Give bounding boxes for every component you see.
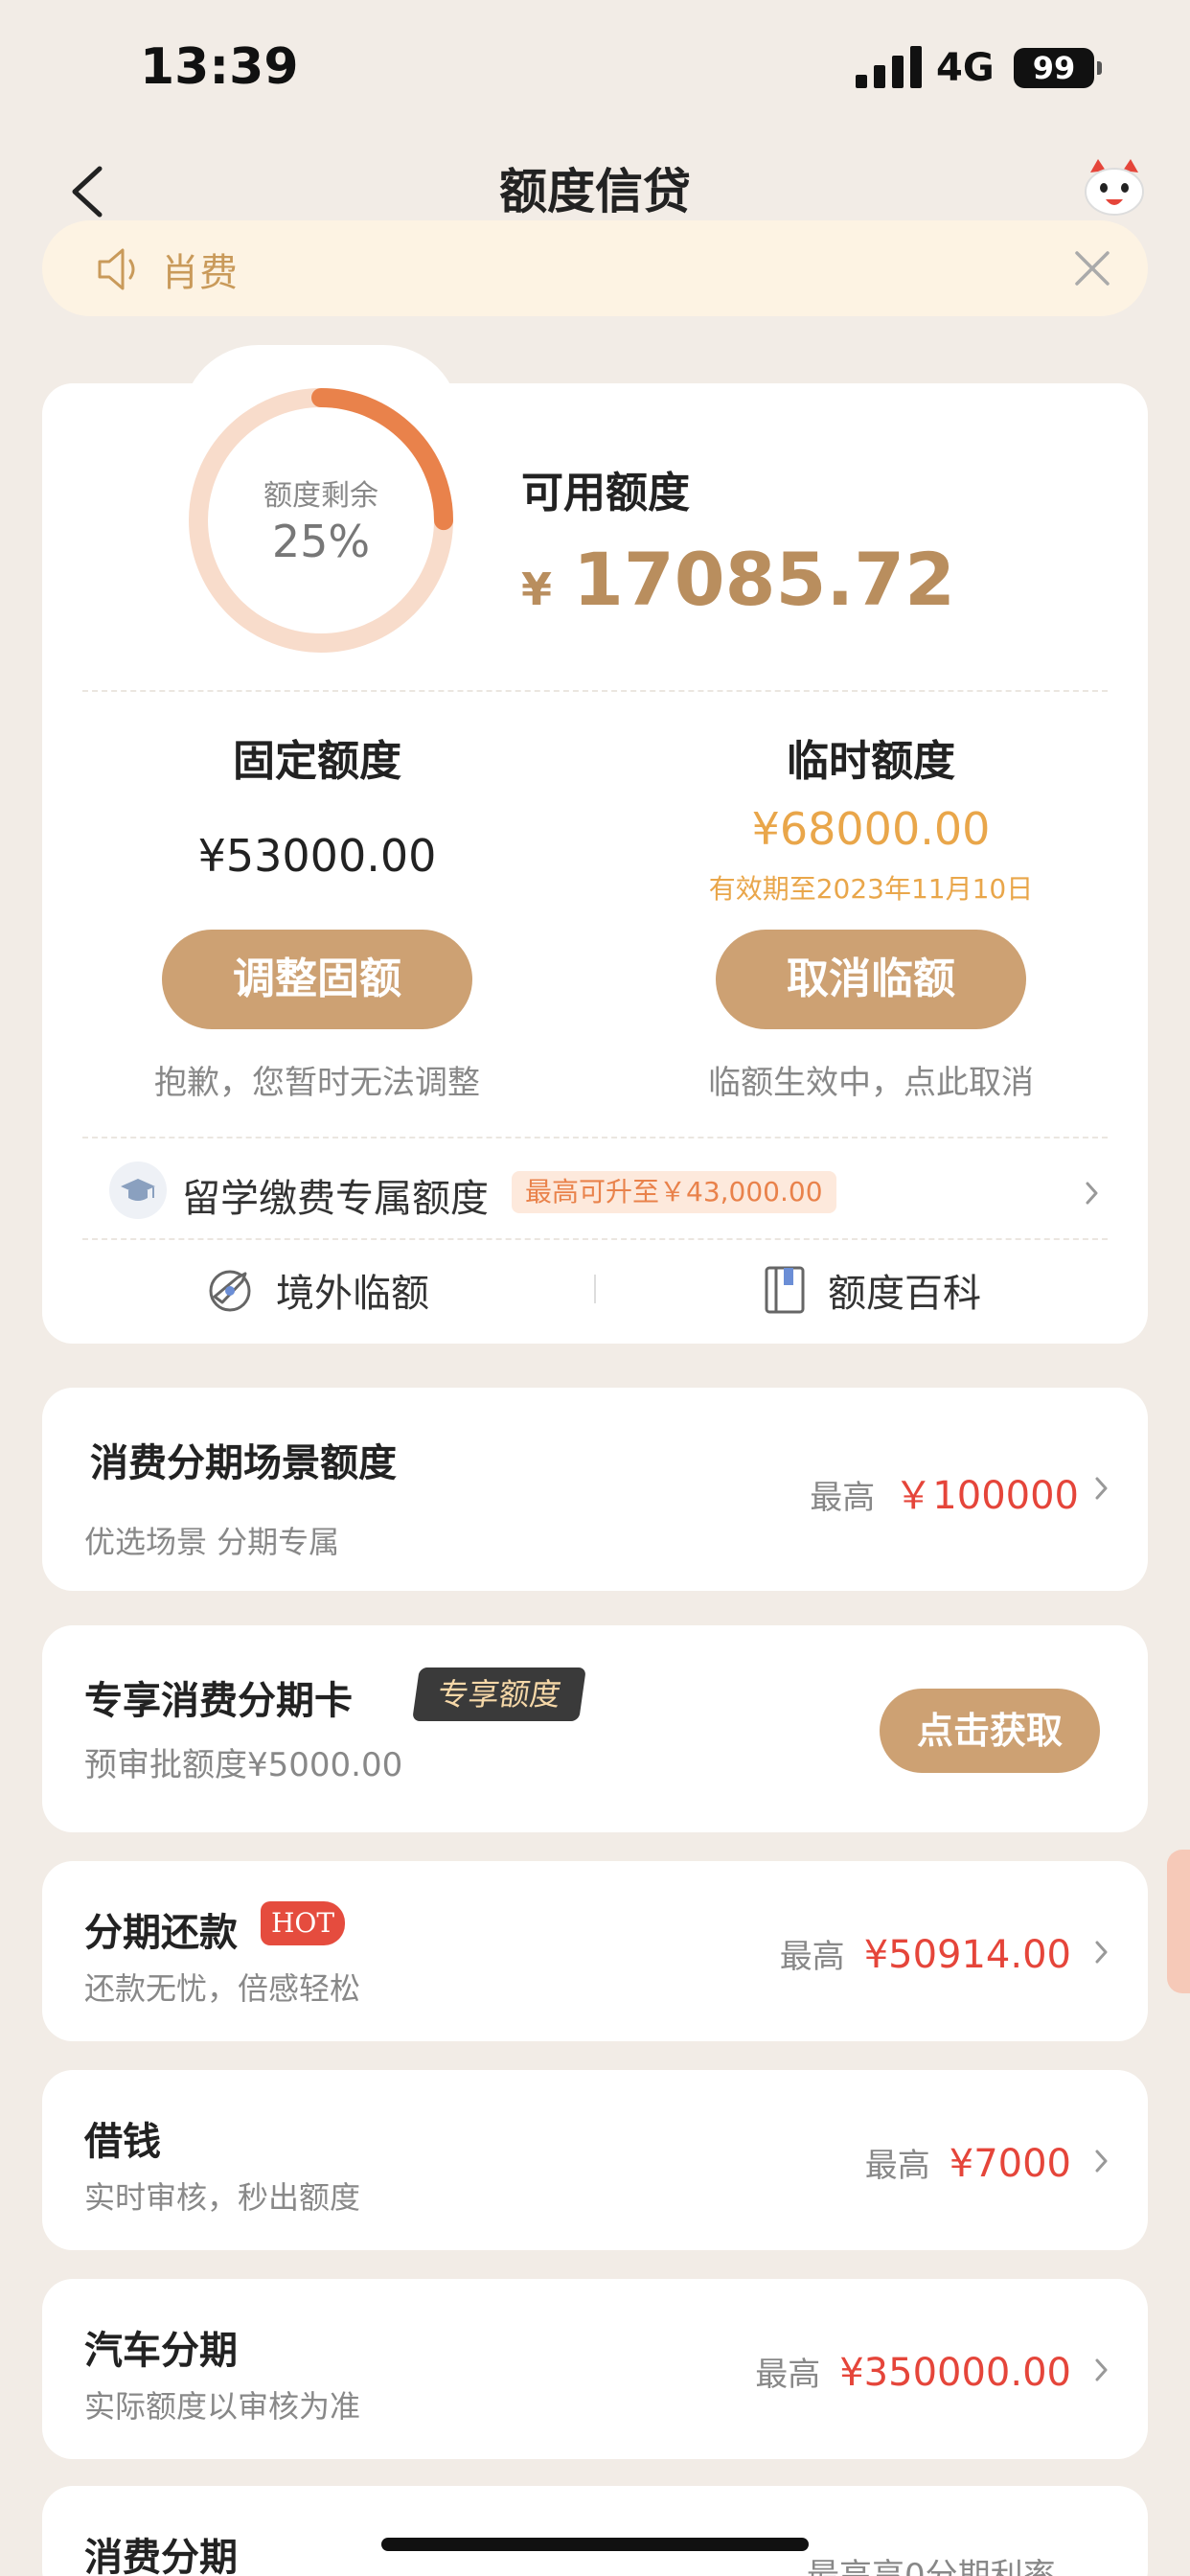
car-installment-title: 汽车分期: [84, 2329, 238, 2373]
borrow-title: 借钱: [84, 2120, 161, 2164]
consumer-installment-prefix: 最高享0分期利率: [807, 2557, 1056, 2576]
installment-repay-amount-group: 最高 ¥50914.00: [780, 1930, 1071, 1977]
borrow-sub: 实时审核，秒出额度: [84, 2179, 361, 2216]
installment-repay-sub: 还款无忧，倍感轻松: [84, 1970, 361, 2007]
signal-icon: [856, 46, 923, 88]
adjust-fixed-button[interactable]: 调整固额: [162, 930, 472, 1029]
fixed-amount: ¥53000.00: [197, 830, 437, 882]
credit-wiki-link[interactable]: 额度百科: [763, 1263, 981, 1317]
divider: [82, 1238, 1108, 1240]
car-installment-amount-group: 最高 ¥350000.00: [755, 2348, 1071, 2395]
chevron-right-icon: [1095, 1941, 1108, 1964]
borrow-amount: ¥7000: [949, 2142, 1071, 2186]
get-card-button[interactable]: 点击获取: [880, 1689, 1100, 1773]
available-amount: ¥17085.72: [521, 537, 955, 622]
temp-valid-date: 有效期至2023年11月10日: [708, 873, 1034, 905]
car-installment-amount: ¥350000.00: [839, 2351, 1071, 2395]
exclusive-card-title: 专享消费分期卡: [84, 1679, 353, 1723]
exclusive-badge: 专享额度: [412, 1668, 586, 1721]
temp-amount: ¥68000.00: [751, 803, 991, 855]
battery-icon: 99: [1014, 48, 1102, 88]
floating-side-widget[interactable]: [1167, 1850, 1190, 1993]
installment-repay-title: 分期还款: [84, 1911, 238, 1955]
status-time: 13:39: [140, 38, 299, 96]
overseas-temp-link[interactable]: 境外临额: [205, 1263, 429, 1317]
borrow-prefix: 最高: [864, 2147, 930, 2185]
home-indicator: [381, 2538, 809, 2551]
overseas-temp-label: 境外临额: [276, 1272, 429, 1316]
car-installment-sub: 实际额度以审核为准: [84, 2388, 361, 2425]
hot-badge: HOT: [261, 1901, 345, 1945]
study-abroad-label: 留学缴费专属额度: [182, 1177, 489, 1221]
cancel-temp-button[interactable]: 取消临额: [716, 930, 1026, 1029]
speaker-icon: [96, 245, 146, 293]
exclusive-card-sub: 预审批额度¥5000.00: [84, 1746, 403, 1784]
car-installment-prefix: 最高: [755, 2356, 821, 2394]
temp-title: 临时额度: [787, 737, 955, 786]
scene-quota-amount-group: 最高 ￥100000: [810, 1464, 1079, 1520]
ring-label: 额度剩余: [263, 479, 378, 513]
chevron-right-icon: [1095, 2150, 1108, 2173]
chevron-right-icon: [1095, 1477, 1108, 1500]
scene-quota-amount: ￥100000: [894, 1474, 1079, 1518]
notice-bar[interactable]: 肖费: [42, 220, 1148, 316]
chevron-right-icon: [1086, 1182, 1098, 1205]
installment-repay-prefix: 最高: [779, 1938, 845, 1976]
mascot-icon[interactable]: [1081, 159, 1148, 218]
chevron-right-icon: [1095, 2358, 1108, 2381]
page-title: 额度信贷: [499, 164, 691, 219]
ring-percent: 25%: [271, 516, 371, 567]
close-icon[interactable]: [1071, 247, 1113, 289]
borrow-amount-group: 最高 ¥7000: [865, 2139, 1071, 2186]
scene-quota-title: 消费分期场景额度: [90, 1441, 397, 1485]
book-icon: [765, 1266, 805, 1314]
scene-quota-prefix: 最高: [810, 1479, 876, 1517]
divider: [82, 1137, 1108, 1138]
scene-quota-sub: 优选场景 分期专属: [84, 1524, 340, 1560]
fixed-note: 抱歉，您暂时无法调整: [154, 1064, 480, 1102]
globe-plane-icon: [209, 1270, 251, 1312]
study-abroad-badge: 最高可升至￥43,000.00: [512, 1171, 836, 1213]
notice-text: 肖费: [161, 251, 238, 295]
vertical-divider: [594, 1275, 596, 1303]
network-type: 4G: [936, 46, 995, 90]
credit-wiki-label: 额度百科: [828, 1272, 981, 1316]
consumer-installment-title: 消费分期: [84, 2536, 238, 2576]
divider: [82, 690, 1108, 692]
currency-symbol: ¥: [521, 564, 553, 615]
available-value: 17085.72: [573, 537, 956, 622]
installment-repay-amount: ¥50914.00: [863, 1933, 1071, 1977]
graduation-cap-icon: [109, 1162, 167, 1219]
temp-note[interactable]: 临额生效中，点此取消: [679, 1056, 1063, 1103]
available-label: 可用额度: [521, 469, 690, 518]
fixed-title: 固定额度: [233, 737, 401, 786]
